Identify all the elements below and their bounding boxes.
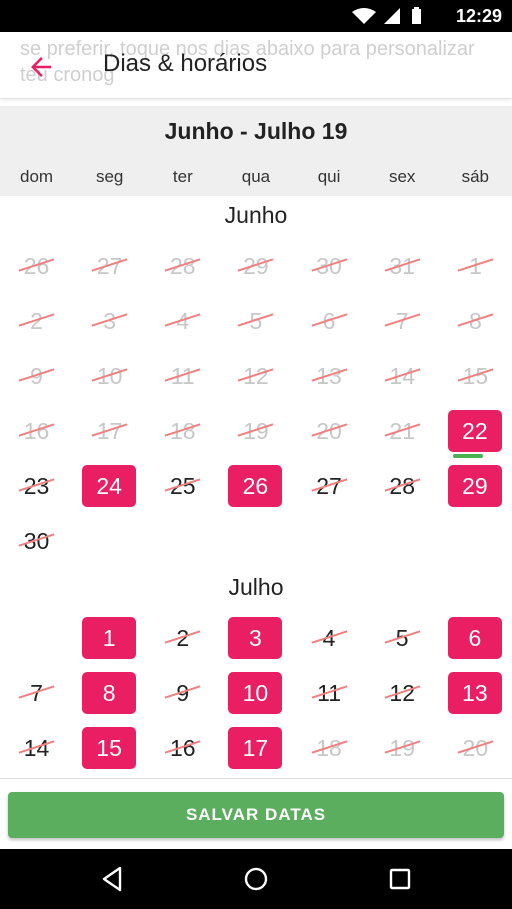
day-cell-unavailable[interactable]: 2 bbox=[146, 615, 219, 661]
day-cell-available[interactable]: 15 bbox=[73, 725, 146, 771]
day-cell-disabled: 15 bbox=[439, 353, 512, 399]
day-cell-unavailable[interactable]: 16 bbox=[146, 725, 219, 771]
weekday-label: seg bbox=[95, 167, 124, 186]
signal-icon bbox=[384, 8, 400, 24]
day-cell-disabled: 9 bbox=[0, 353, 73, 399]
day-cell-unavailable[interactable]: 23 bbox=[0, 463, 73, 509]
month-range-header: Junho - Julho 19 bbox=[0, 106, 512, 156]
day-cell-disabled: 14 bbox=[366, 353, 439, 399]
day-cell-disabled: 12 bbox=[219, 353, 292, 399]
day-number: 24 bbox=[82, 465, 137, 507]
bottom-action-panel: SALVAR DATAS bbox=[0, 778, 512, 850]
day-cell-available[interactable]: 26 bbox=[219, 463, 292, 509]
day-number: 29 bbox=[447, 465, 502, 507]
day-cell-available[interactable]: 17 bbox=[219, 725, 292, 771]
day-cell-disabled: 13 bbox=[293, 353, 366, 399]
day-number: 15 bbox=[82, 727, 137, 769]
day-number: 6 bbox=[447, 617, 502, 659]
navigation-bar bbox=[0, 849, 512, 909]
weekday-label: dom bbox=[20, 167, 54, 186]
weekday-label: qua bbox=[241, 167, 271, 186]
day-cell-unavailable[interactable]: 9 bbox=[146, 670, 219, 716]
today-indicator bbox=[452, 454, 483, 458]
day-number: 26 bbox=[228, 465, 283, 507]
day-cell-unavailable[interactable]: 14 bbox=[0, 725, 73, 771]
day-cell-disabled: 30 bbox=[293, 243, 366, 289]
day-cell-available[interactable]: 3 bbox=[219, 615, 292, 661]
day-cell-disabled: 10 bbox=[73, 353, 146, 399]
day-cell-disabled: 16 bbox=[0, 408, 73, 454]
day-number: 13 bbox=[447, 672, 502, 714]
back-arrow-icon[interactable] bbox=[26, 52, 56, 82]
weekday-header: dom seg ter qua qui sex sáb bbox=[0, 156, 512, 196]
status-icons bbox=[352, 7, 421, 24]
battery-icon bbox=[412, 7, 421, 24]
back-nav-icon[interactable] bbox=[98, 865, 126, 893]
weekday-label: ter bbox=[172, 167, 193, 186]
day-number: 17 bbox=[228, 727, 283, 769]
day-cell-unavailable[interactable]: 27 bbox=[293, 463, 366, 509]
day-cell-disabled: 20 bbox=[293, 408, 366, 454]
day-cell-disabled: 20 bbox=[439, 725, 512, 771]
day-cell-disabled: 18 bbox=[293, 725, 366, 771]
day-cell-unavailable[interactable]: 11 bbox=[293, 670, 366, 716]
day-cell-disabled: 21 bbox=[366, 408, 439, 454]
day-cell-available[interactable]: 24 bbox=[73, 463, 146, 509]
day-cell-disabled: 31 bbox=[366, 243, 439, 289]
day-cell-available[interactable]: 1 bbox=[73, 615, 146, 661]
month-title: Julho bbox=[228, 574, 284, 600]
day-cell-disabled: 28 bbox=[146, 243, 219, 289]
clock: 12:29 bbox=[455, 6, 502, 26]
day-cell-disabled: 19 bbox=[219, 408, 292, 454]
calendar-grid: Junho26272829303112345678910111213141516… bbox=[0, 196, 512, 778]
day-cell-unavailable[interactable]: 5 bbox=[366, 615, 439, 661]
day-cell-disabled: 11 bbox=[146, 353, 219, 399]
day-cell-disabled: 26 bbox=[0, 243, 73, 289]
home-nav-icon[interactable] bbox=[242, 865, 270, 893]
day-cell-unavailable[interactable]: 25 bbox=[146, 463, 219, 509]
day-cell-available[interactable]: 8 bbox=[73, 670, 146, 716]
save-dates-button[interactable]: SALVAR DATAS bbox=[8, 792, 504, 838]
weekday-label: sáb bbox=[461, 167, 490, 186]
day-number: 3 bbox=[228, 617, 283, 659]
day-cell-unavailable[interactable]: 12 bbox=[366, 670, 439, 716]
weekday-label: qui bbox=[317, 167, 341, 186]
status-bar: 12:29 bbox=[0, 0, 512, 32]
day-cell-unavailable[interactable]: 28 bbox=[366, 463, 439, 509]
day-cell-disabled: 4 bbox=[146, 298, 219, 344]
day-cell-disabled: 1 bbox=[439, 243, 512, 289]
day-cell-available[interactable]: 10 bbox=[219, 670, 292, 716]
day-number: 1 bbox=[82, 617, 137, 659]
page-title: Dias & horários bbox=[103, 50, 268, 77]
day-number: 22 bbox=[447, 410, 502, 452]
weekday-label: sex bbox=[388, 167, 416, 186]
day-cell-disabled: 3 bbox=[73, 298, 146, 344]
day-cell-disabled: 2 bbox=[0, 298, 73, 344]
day-cell-disabled: 29 bbox=[219, 243, 292, 289]
day-cell-unavailable[interactable]: 7 bbox=[0, 670, 73, 716]
day-cell-available[interactable]: 29 bbox=[439, 463, 512, 509]
day-cell-available[interactable]: 6 bbox=[439, 615, 512, 661]
day-cell-disabled: 6 bbox=[293, 298, 366, 344]
wifi-icon bbox=[352, 8, 376, 24]
day-cell-disabled: 18 bbox=[146, 408, 219, 454]
day-cell-disabled: 7 bbox=[366, 298, 439, 344]
day-cell-disabled: 5 bbox=[219, 298, 292, 344]
day-cell-available[interactable]: 22 bbox=[439, 408, 512, 458]
day-number: 8 bbox=[82, 672, 137, 714]
day-cell-unavailable[interactable]: 30 bbox=[0, 518, 73, 564]
day-cell-available[interactable]: 13 bbox=[439, 670, 512, 716]
app-bar: se preferir, toque nos dias abaixo para … bbox=[0, 32, 512, 99]
day-cell-unavailable[interactable]: 4 bbox=[293, 615, 366, 661]
day-number: 10 bbox=[228, 672, 283, 714]
day-cell-disabled: 19 bbox=[366, 725, 439, 771]
month-title: Junho bbox=[224, 202, 288, 228]
day-cell-disabled: 8 bbox=[439, 298, 512, 344]
day-cell-disabled: 27 bbox=[73, 243, 146, 289]
recents-nav-icon[interactable] bbox=[386, 865, 414, 893]
day-cell-disabled: 17 bbox=[73, 408, 146, 454]
